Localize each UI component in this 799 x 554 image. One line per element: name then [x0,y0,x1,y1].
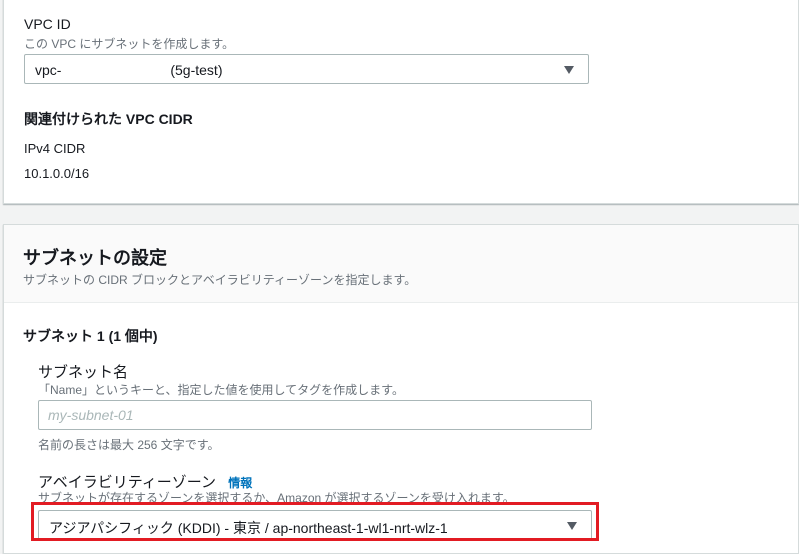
caret-down-icon [564,66,574,74]
subnet-name-input[interactable] [38,400,592,430]
highlight-box [31,502,599,541]
ipv4-cidr-label: IPv4 CIDR [24,141,86,156]
ipv4-cidr-value: 10.1.0.0/16 [24,166,90,181]
subnet-name-description: 「Name」というキーと、指定した値を使用してタグを作成します。 [38,383,404,397]
subnet-settings-description: サブネットの CIDR ブロックとアベイラビリティーゾーンを指定します。 [23,273,417,287]
availability-zone-info-link[interactable]: 情報 [228,476,252,490]
subnet-name-label: サブネット名 [38,364,129,381]
subnet-settings-header: サブネットの設定 サブネットの CIDR ブロックとアベイラビリティーゾーンを指… [4,225,798,303]
subnet-settings-title: サブネットの設定 [23,248,167,268]
vpc-id-select[interactable]: vpc- (5g-test) [24,54,589,84]
vpc-id-label: VPC ID [24,16,71,32]
vpc-id-select-value: vpc- (5g-test) [35,62,223,78]
vpc-panel: VPC ID この VPC にサブネットを作成します。 vpc- (5g-tes… [3,0,799,204]
vpc-id-description: この VPC にサブネットを作成します。 [24,37,235,51]
subnet-count-heading: サブネット 1 (1 個中) [23,328,158,344]
subnet-name-hint: 名前の長さは最大 256 文字です。 [38,438,220,452]
vpc-cidr-heading: 関連付けられた VPC CIDR [24,111,193,127]
